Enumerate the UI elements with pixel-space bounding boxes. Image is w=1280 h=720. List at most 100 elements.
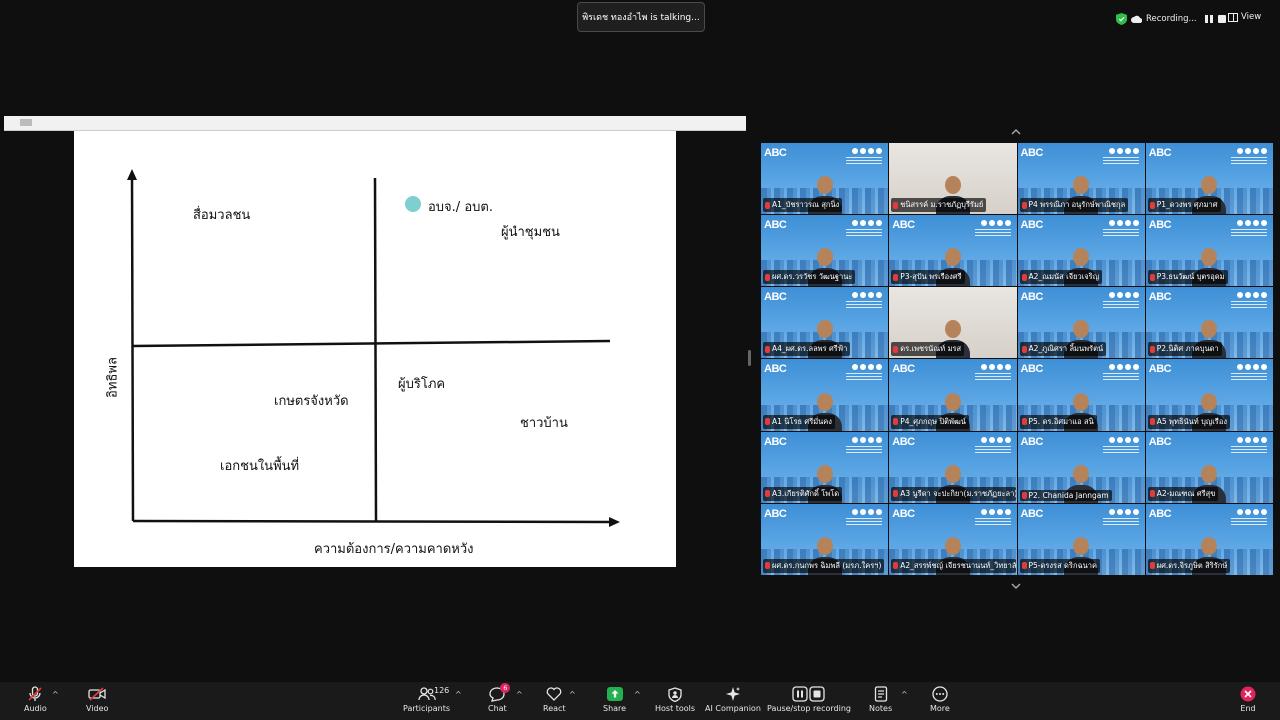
participant-tile[interactable]: ABC P2.นิติศ ภาคบุนดา — [1145, 287, 1273, 359]
participant-tile[interactable]: ชนิสรรค์ ม.ราชภัฏบุรีรัมย์ — [889, 143, 1017, 215]
view-button[interactable]: View — [1228, 12, 1261, 22]
video-button[interactable]: Video — [86, 686, 108, 713]
conference-logo: ABC — [764, 147, 787, 159]
conference-logo: ABC — [892, 435, 915, 448]
shield-icon — [668, 686, 682, 702]
share-options-caret[interactable]: ^ — [634, 690, 641, 699]
conference-logo: ABC — [1148, 507, 1172, 520]
chevron-up-icon[interactable] — [1011, 127, 1021, 137]
quadrant-label-community-leader: ผู้นำชุมชน — [501, 225, 560, 240]
quadrant-diagram — [127, 169, 620, 527]
participant-tile[interactable]: ABC P4 พรรณิภา อนุรักษ์พาณิชกุล — [1017, 143, 1145, 215]
host-tools-button[interactable]: Host tools — [655, 686, 695, 713]
participant-name: P3.ธนวัฒน์ บุตรอุดม — [1147, 270, 1228, 285]
participant-tile[interactable]: ABC A4_ผศ.ดร.ลลพร ศรีฟ้า — [761, 287, 889, 359]
audio-options-caret[interactable]: ^ — [52, 690, 59, 699]
mic-muted-icon — [1149, 273, 1155, 281]
mic-muted-icon — [1021, 491, 1027, 499]
participant-tile[interactable]: ABC A1 นิโรธ ศรีมั่นคง — [761, 359, 889, 431]
mic-muted-icon — [893, 273, 899, 281]
banner-text-graphic — [846, 373, 883, 382]
participant-name: ดร.เพชรนัณท์ มรส — [891, 342, 965, 357]
notes-options-caret[interactable]: ^ — [901, 690, 908, 699]
horizontal-divider — [132, 339, 611, 348]
chat-button[interactable]: 6 Chat — [488, 683, 511, 713]
participant-tile[interactable]: ABC P1_ดวงพร ศุภมาศ — [1145, 143, 1273, 215]
conference-logo: ABC — [764, 507, 787, 520]
ai-companion-button[interactable]: AI Companion — [705, 686, 761, 713]
notes-button[interactable]: Notes — [869, 686, 892, 713]
conference-logo: ABC — [764, 219, 787, 232]
participant-tile[interactable]: ABC A1_บัชราวรณ สุกนิ่ง — [761, 143, 889, 215]
participant-tile[interactable]: ABC P3.ธนวัฒน์ บุตรอุดม — [1145, 215, 1273, 287]
participant-name: A1 นิโรธ ศรีมั่นคง — [763, 414, 835, 429]
conference-logo: ABC — [1148, 435, 1172, 448]
banner-text-graphic — [974, 373, 1011, 382]
participant-tile[interactable]: ABC A3.เกียรติศักดิ์ โพโด — [761, 431, 889, 503]
participant-name-text: P2.นิติศ ภาคบุนดา — [1156, 344, 1219, 354]
banner-text-graphic — [1231, 157, 1267, 165]
end-label: End — [1240, 704, 1256, 713]
participant-name-text: A1_บัชราวรณ สุกนิ่ง — [772, 200, 840, 210]
mic-muted-icon — [765, 201, 770, 209]
sponsor-logos-icon — [1237, 364, 1267, 371]
mic-muted-icon — [893, 490, 899, 498]
recording-indicator[interactable]: Recording... — [1116, 11, 1227, 27]
react-button[interactable]: React — [543, 686, 566, 713]
participant-tile[interactable]: ABC A2_ภูณิศรา ลิ้มนพรัตน์ — [1017, 287, 1145, 359]
chat-options-caret[interactable]: ^ — [516, 690, 523, 699]
participant-tile[interactable]: ABC A2_สรรพ์ชญ์ เจียรชนานนท์_วิทยาลัย — [889, 503, 1017, 575]
participant-name: A2_ณมนัส เจียวเจริญ — [1019, 270, 1103, 285]
participant-tile[interactable]: ABC A2-มณฑณ ศรีสุข — [1145, 431, 1273, 503]
participant-name: P5. ดร.อิศมาแอ สนิ — [1019, 414, 1097, 429]
more-icon — [932, 686, 948, 702]
participant-name-text: A5 พุทธินันท์ บุญเรือง — [1156, 416, 1227, 426]
share-button[interactable]: Share — [603, 686, 626, 713]
banner-text-graphic — [1102, 229, 1139, 238]
participant-tile[interactable]: ABC ผศ.ดร.จิรภูษิต สิริรักษ์ — [1145, 503, 1273, 575]
participants-options-caret[interactable]: ^ — [455, 690, 462, 699]
quadrant-label-local-gov: อบจ./ อบต. — [428, 200, 493, 215]
banner-text-graphic — [1102, 301, 1139, 310]
participant-tile[interactable]: ABC A3 นูรีดา จะปะกิยา(ม.ราชภัฏยะลา) — [889, 431, 1017, 503]
banner-text-graphic — [1102, 157, 1139, 165]
participant-name-text: P5. ดร.อิศมาแอ สนิ — [1028, 416, 1094, 426]
participant-tile[interactable]: ABC P5-ดรงรส ดริกฉนาค — [1017, 503, 1145, 575]
participant-name: P2.นิติศ ภาคบุนดา — [1147, 342, 1222, 357]
mic-muted-icon — [1149, 201, 1155, 209]
participant-tile[interactable]: ABC ผศ.ดร.วรวัชร วัฒนฐานะ — [761, 215, 889, 287]
end-button[interactable]: End — [1239, 686, 1257, 713]
stop-recording-icon[interactable] — [1217, 14, 1227, 24]
chevron-down-icon[interactable] — [1011, 581, 1021, 591]
participants-icon — [417, 687, 436, 701]
sponsor-logos-icon — [852, 436, 883, 443]
audio-button[interactable]: Audio — [24, 686, 47, 713]
sponsor-logos-icon — [980, 220, 1011, 227]
participant-tile[interactable]: ABC P4_ศุภกฤษ ปิติพัฒน์ — [889, 359, 1017, 431]
participant-name: ผศ.ดร.กนกพร ฉิมพลี (มรภ.ใครฯ) — [763, 558, 885, 573]
participant-tile[interactable]: ABC A2_ณมนัส เจียวเจริญ — [1017, 215, 1145, 287]
participant-tile[interactable]: ดร.เพชรนัณท์ มรส — [889, 287, 1017, 359]
participant-tile[interactable]: ABC P5. ดร.อิศมาแอ สนิ — [1017, 359, 1145, 431]
participant-name-text: P5-ดรงรส ดริกฉนาค — [1028, 560, 1097, 570]
participant-tile[interactable]: ABC P2. Chanida Janngam — [1017, 431, 1145, 503]
conference-logo: ABC — [1020, 363, 1044, 376]
conference-logo: ABC — [1148, 363, 1172, 376]
sponsor-logos-icon — [852, 148, 883, 154]
conference-logo: ABC — [892, 219, 915, 232]
panel-splitter[interactable] — [748, 350, 751, 366]
participant-name: ชนิสรรค์ ม.ราชภัฏบุรีรัมย์ — [891, 198, 987, 213]
y-axis-arrow — [127, 169, 137, 180]
banner-text-graphic — [1102, 445, 1139, 454]
participant-tile[interactable]: ABC P3-สุปัน พรเรืองศรี — [889, 215, 1017, 287]
participant-tile[interactable]: ABC ผศ.ดร.กนกพร ฉิมพลี (มรภ.ใครฯ) — [761, 503, 889, 575]
participant-name-text: A2_สรรพ์ชญ์ เจียรชนานนท์_วิทยาลัย — [900, 560, 1017, 570]
pause-recording-icon[interactable] — [1204, 14, 1214, 24]
banner-text-graphic — [846, 445, 883, 454]
react-options-caret[interactable]: ^ — [569, 690, 576, 699]
participant-tile[interactable]: ABC A5 พุทธินันท์ บุญเรือง — [1145, 359, 1273, 431]
mic-muted-icon — [893, 345, 899, 353]
grid-icon — [1228, 12, 1238, 22]
more-button[interactable]: More — [930, 686, 950, 713]
pause-stop-recording-button[interactable]: Pause/stop recording — [767, 686, 851, 713]
